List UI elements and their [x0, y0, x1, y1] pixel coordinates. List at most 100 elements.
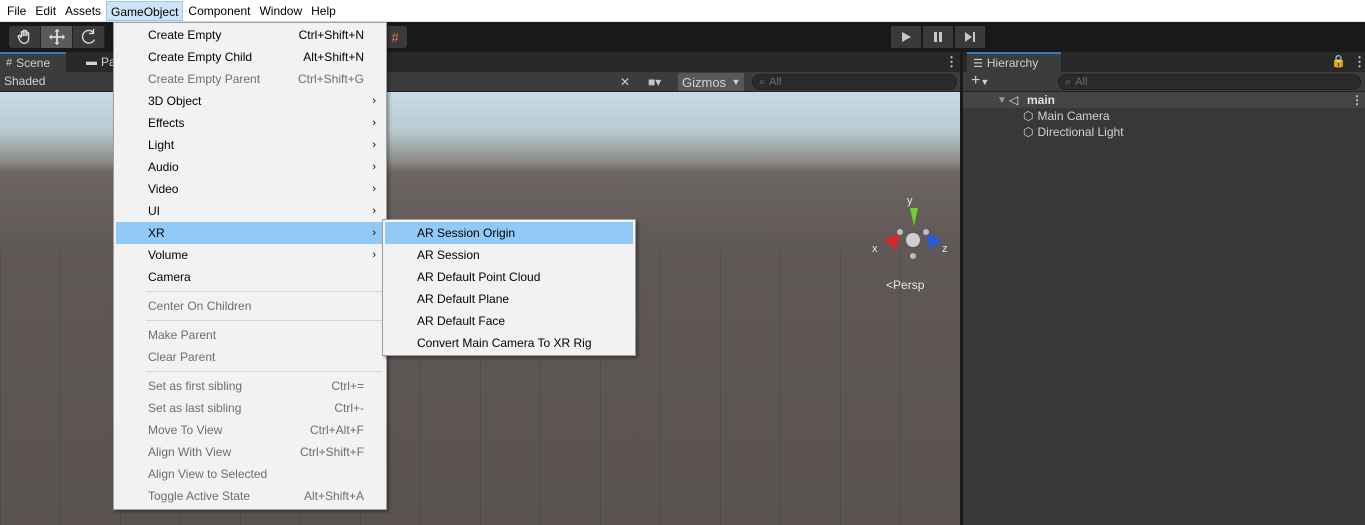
- axis-y-label: y: [907, 195, 913, 207]
- rotate-icon[interactable]: [73, 26, 105, 48]
- hierarchy-search[interactable]: ⌕: [1058, 74, 1361, 90]
- menu-item-convert-main-camera[interactable]: Convert Main Camera To XR Rig: [385, 332, 633, 354]
- gizmos-button[interactable]: Gizmos: [678, 73, 731, 91]
- shading-mode-dropdown[interactable]: Shaded: [4, 74, 45, 88]
- gizmo-neg-axis: [910, 253, 916, 259]
- menu-item-audio[interactable]: Audio ›: [116, 156, 384, 178]
- menu-item-label: Convert Main Camera To XR Rig: [417, 336, 592, 350]
- menu-component[interactable]: Component: [184, 1, 254, 21]
- menu-item-label: Toggle Active State: [148, 489, 251, 503]
- play-controls: [891, 26, 987, 48]
- scene-search[interactable]: ⌕: [752, 74, 957, 90]
- add-button[interactable]: +▼: [971, 72, 989, 91]
- folder-icon: ▬: [86, 56, 97, 68]
- hierarchy-item-label: Main Camera: [1037, 109, 1110, 123]
- menu-item-light[interactable]: Light ›: [116, 134, 384, 156]
- axis-z-cone[interactable]: [926, 232, 942, 250]
- menu-item-make-parent[interactable]: Make Parent: [116, 324, 384, 346]
- menu-item-shortcut: Ctrl+=: [331, 379, 364, 393]
- menu-item-camera[interactable]: Camera: [116, 266, 384, 288]
- scene-kebab-icon[interactable]: ⋮: [945, 54, 958, 70]
- menu-item-create-empty[interactable]: Create Empty Ctrl+Shift+N: [116, 24, 384, 46]
- menu-item-align-with-view[interactable]: Align With View Ctrl+Shift+F: [116, 441, 384, 463]
- menu-item-ar-default-plane[interactable]: AR Default Plane: [385, 288, 633, 310]
- camera-icon[interactable]: ■▾: [648, 73, 661, 91]
- add-dropdown-icon: ▼: [980, 77, 990, 87]
- gizmos-dropdown-icon[interactable]: ▼: [728, 73, 744, 91]
- xr-submenu: AR Session Origin AR Session AR Default …: [382, 219, 636, 356]
- menu-item-ui[interactable]: UI ›: [116, 200, 384, 222]
- menu-item-label: Align View to Selected: [148, 467, 268, 481]
- menu-separator: [146, 291, 382, 292]
- scene-kebab-icon[interactable]: ⋮: [1351, 93, 1363, 107]
- menu-item-label: Volume: [148, 248, 189, 262]
- move-icon[interactable]: [41, 26, 73, 48]
- expand-arrow-icon[interactable]: ▼: [997, 95, 1007, 106]
- menu-item-toggle-active-state[interactable]: Toggle Active State Alt+Shift+A: [116, 485, 384, 507]
- menu-file[interactable]: File: [3, 1, 30, 21]
- menu-gameobject[interactable]: GameObject: [106, 0, 184, 21]
- axis-y-cone[interactable]: [910, 208, 918, 226]
- pause-button[interactable]: [923, 26, 953, 48]
- menu-item-align-view-to-selected[interactable]: Align View to Selected: [116, 463, 384, 485]
- menu-item-effects[interactable]: Effects ›: [116, 112, 384, 134]
- add-icon: +: [971, 72, 981, 89]
- menu-item-label: XR: [148, 226, 165, 240]
- chevron-right-icon: ›: [372, 227, 376, 239]
- menu-item-set-first-sibling[interactable]: Set as first sibling Ctrl+=: [116, 375, 384, 397]
- menu-edit[interactable]: Edit: [31, 1, 60, 21]
- hierarchy-kebab-icon[interactable]: ⋮: [1353, 54, 1365, 70]
- menu-item-label: Create Empty Child: [148, 50, 253, 64]
- menu-item-shortcut: Ctrl+Shift+N: [298, 28, 364, 42]
- hierarchy-search-input[interactable]: [1075, 76, 1360, 88]
- menu-item-ar-default-point-cloud[interactable]: AR Default Point Cloud: [385, 266, 633, 288]
- chevron-right-icon: ›: [372, 205, 376, 217]
- menu-item-label: Video: [148, 182, 179, 196]
- scene-row[interactable]: ▼ ◁ main ⋮: [963, 92, 1365, 108]
- menu-item-3d-object[interactable]: 3D Object ›: [116, 90, 384, 112]
- hierarchy-item-directional-light[interactable]: ⬡ Directional Light: [1023, 124, 1124, 140]
- lock-icon[interactable]: 🔒: [1331, 54, 1346, 68]
- menu-item-shortcut: Ctrl+-: [334, 401, 364, 415]
- menu-item-label: Effects: [148, 116, 185, 130]
- menu-item-label: Set as last sibling: [148, 401, 242, 415]
- menu-item-create-empty-child[interactable]: Create Empty Child Alt+Shift+N: [116, 46, 384, 68]
- tools-icon[interactable]: ✕: [620, 73, 630, 91]
- scene-search-input[interactable]: [769, 76, 956, 88]
- menu-separator: [146, 371, 382, 372]
- menu-help[interactable]: Help: [307, 1, 340, 21]
- menu-item-create-empty-parent[interactable]: Create Empty Parent Ctrl+Shift+G: [116, 68, 384, 90]
- menu-item-move-to-view[interactable]: Move To View Ctrl+Alt+F: [116, 419, 384, 441]
- menu-assets[interactable]: Assets: [61, 1, 105, 21]
- play-icon: [902, 32, 911, 42]
- menu-item-ar-session[interactable]: AR Session: [385, 244, 633, 266]
- chevron-right-icon: ›: [372, 249, 376, 261]
- menu-item-shortcut: Alt+Shift+N: [303, 50, 364, 64]
- hierarchy-item-main-camera[interactable]: ⬡ Main Camera: [1023, 108, 1110, 124]
- menu-item-label: Make Parent: [148, 328, 217, 342]
- tab-scene[interactable]: # Scene: [0, 52, 66, 72]
- menu-window[interactable]: Window: [255, 1, 306, 21]
- play-button[interactable]: [891, 26, 921, 48]
- menu-item-clear-parent[interactable]: Clear Parent: [116, 346, 384, 368]
- hand-icon[interactable]: [9, 26, 41, 48]
- menu-item-center-on-children[interactable]: Center On Children: [116, 295, 384, 317]
- menu-item-xr[interactable]: XR ›: [116, 222, 384, 244]
- gameobject-menu: Create Empty Ctrl+Shift+N Create Empty Ch…: [113, 22, 387, 510]
- menu-item-label: AR Default Point Cloud: [417, 270, 541, 284]
- gameobject-cube-icon: ⬡: [1023, 109, 1034, 123]
- menu-item-set-last-sibling[interactable]: Set as last sibling Ctrl+-: [116, 397, 384, 419]
- orientation-gizmo[interactable]: y x z: [870, 188, 960, 268]
- menu-item-ar-default-face[interactable]: AR Default Face: [385, 310, 633, 332]
- persp-label[interactable]: <Persp: [886, 278, 924, 292]
- menu-item-label: Center On Children: [148, 299, 252, 313]
- gizmo-center[interactable]: [906, 233, 920, 247]
- menu-separator: [146, 320, 382, 321]
- axis-x-cone[interactable]: [884, 232, 900, 250]
- menu-item-volume[interactable]: Volume ›: [116, 244, 384, 266]
- step-button[interactable]: [955, 26, 985, 48]
- search-icon: ⌕: [1065, 75, 1072, 88]
- tab-hierarchy[interactable]: ☰ Hierarchy: [967, 52, 1061, 72]
- menu-item-video[interactable]: Video ›: [116, 178, 384, 200]
- menu-item-ar-session-origin[interactable]: AR Session Origin: [385, 222, 633, 244]
